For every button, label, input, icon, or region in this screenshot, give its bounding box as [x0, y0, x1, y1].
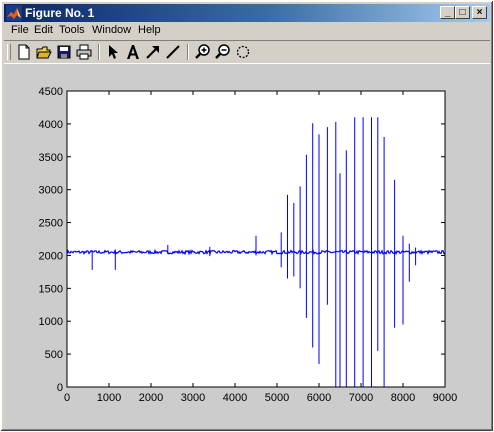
- x-tick-label: 9000: [433, 392, 457, 404]
- toolbar-grip[interactable]: [7, 44, 11, 60]
- matlab-logo-icon: [6, 5, 22, 21]
- close-button[interactable]: ×: [472, 6, 487, 19]
- y-tick-label: 500: [45, 349, 63, 361]
- y-tick-label: 1000: [39, 316, 63, 328]
- y-tick-label: 3500: [39, 152, 63, 164]
- print-icon[interactable]: [75, 43, 93, 61]
- insert-arrow-icon[interactable]: [144, 43, 162, 61]
- select-arrow-icon[interactable]: [104, 43, 122, 61]
- insert-line-icon[interactable]: [164, 43, 182, 61]
- save-icon[interactable]: [55, 43, 73, 61]
- zoom-in-icon[interactable]: [194, 43, 212, 61]
- y-tick-label: 4000: [39, 119, 63, 131]
- x-tick-label: 6000: [307, 392, 331, 404]
- x-tick-label: 4000: [223, 392, 247, 404]
- minimize-button[interactable]: _: [440, 6, 455, 19]
- x-tick-label: 5000: [265, 392, 289, 404]
- x-tick-label: 2000: [139, 392, 163, 404]
- y-tick-label: 4500: [39, 86, 63, 98]
- y-tick-label: 3000: [39, 185, 63, 197]
- y-tick-label: 2500: [39, 218, 63, 230]
- toolbar-separator: [187, 44, 189, 60]
- window-title: Figure No. 1: [25, 6, 95, 20]
- insert-text-icon[interactable]: [124, 43, 142, 61]
- y-tick-label: 2000: [39, 250, 63, 262]
- menu-help[interactable]: Help: [138, 24, 161, 36]
- new-file-icon[interactable]: [15, 43, 33, 61]
- menu-file[interactable]: File: [11, 24, 29, 36]
- toolbar: [4, 40, 490, 64]
- menu-edit[interactable]: Edit: [34, 24, 53, 36]
- figure-canvas: 0 1000 2000 3000 4000 5000 6000 7000 8000 9000 0 50…: [5, 64, 491, 429]
- x-tick-label: 3000: [181, 392, 205, 404]
- rotate-3d-icon[interactable]: [234, 43, 252, 61]
- figure-window: Figure No. 1 _ □ × File Edit Tools Windo…: [0, 0, 494, 432]
- zoom-out-icon[interactable]: [214, 43, 232, 61]
- maximize-button[interactable]: □: [455, 6, 470, 19]
- toolbar-separator: [98, 44, 100, 60]
- plot-area: 0 1000 2000 3000 4000 5000 6000 7000 8000 9000 0 50…: [39, 86, 458, 404]
- x-tick-label: 7000: [349, 392, 373, 404]
- menu-tools[interactable]: Tools: [59, 24, 85, 36]
- title-bar[interactable]: Figure No. 1 _ □ ×: [4, 4, 490, 22]
- menu-bar: File Edit Tools Window Help: [5, 22, 489, 39]
- y-tick-label: 0: [57, 382, 63, 394]
- x-tick-label: 8000: [391, 392, 415, 404]
- open-folder-icon[interactable]: [35, 43, 53, 61]
- x-tick-label: 1000: [97, 392, 121, 404]
- menu-window[interactable]: Window: [92, 24, 131, 36]
- y-tick-label: 1500: [39, 283, 63, 295]
- x-tick-label: 0: [64, 392, 70, 404]
